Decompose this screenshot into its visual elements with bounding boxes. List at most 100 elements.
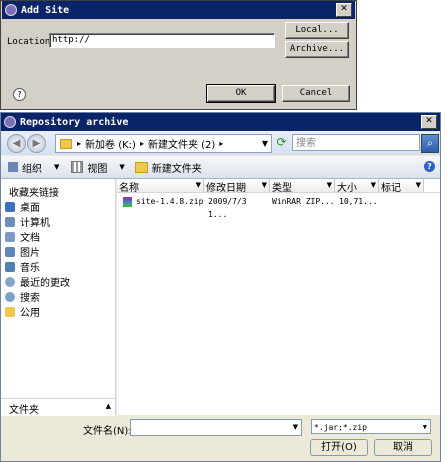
favorites-pane: 收藏夹链接 桌面 计算机 文档 图片 音乐 最近的更改 搜索 公用 — [1, 179, 116, 415]
filter-value: *.jar;*.zip — [314, 423, 367, 432]
close-icon: ✕ — [425, 116, 433, 126]
views-icon — [71, 161, 84, 173]
local-button[interactable]: Local... — [285, 22, 349, 39]
breadcrumb-item[interactable]: 新加卷 (K:) — [85, 136, 136, 151]
file-list: 名称 ▼ 修改日期 ▼ 类型 ▼ 大小 ▼ 标记 ▼ site-1.4.8.zi… — [117, 179, 440, 415]
file-type: WinRAR ZIP... — [272, 197, 335, 206]
chevron-down-icon: ▼ — [370, 181, 376, 189]
column-date[interactable]: 修改日期 ▼ — [204, 179, 270, 194]
sidebar-item-label: 桌面 — [20, 203, 40, 214]
refresh-button[interactable]: ⟳ — [274, 135, 289, 150]
sidebar-item-search[interactable]: 搜索 — [5, 289, 113, 304]
folders-toggle[interactable]: 文件夹 ▲ — [1, 398, 115, 416]
search-icon: ⌕ — [427, 138, 433, 149]
chevron-down-icon: ▼ — [326, 181, 332, 189]
organize-label: 组织 — [22, 163, 42, 175]
ok-button[interactable]: OK — [206, 84, 276, 103]
sidebar-item-documents[interactable]: 文档 — [5, 229, 113, 244]
column-label: 修改日期 — [206, 183, 246, 194]
file-list-header: 名称 ▼ 修改日期 ▼ 类型 ▼ 大小 ▼ 标记 ▼ — [117, 179, 440, 194]
filename-input[interactable]: ▼ — [130, 419, 302, 436]
column-label: 类型 — [272, 183, 292, 194]
new-folder-label: 新建文件夹 — [151, 163, 202, 175]
file-row[interactable]: site-1.4.8.zip 2009/7/3 1... WinRAR ZIP.… — [117, 195, 427, 219]
search-icon — [5, 291, 15, 302]
folders-label: 文件夹 — [9, 405, 39, 416]
file-type-filter[interactable]: *.jar;*.zip ▼ — [311, 419, 431, 434]
repository-archive-dialog: Repository archive ✕ ◀ ▶ ▸ 新加卷 (K:) ▸ 新建… — [0, 112, 441, 462]
sidebar-item-public[interactable]: 公用 — [5, 304, 113, 319]
music-icon — [5, 261, 15, 272]
add-site-titlebar: Add Site ✕ — [2, 1, 355, 19]
back-button[interactable]: ◀ — [7, 134, 26, 153]
help-button[interactable]: ? — [424, 161, 435, 172]
add-site-dialog: Add Site ✕ Location: http:// Local... Ar… — [0, 0, 357, 110]
sidebar-item-label: 图片 — [20, 248, 40, 259]
sidebar-item-desktop[interactable]: 桌面 — [5, 199, 113, 214]
column-label: 名称 — [119, 183, 139, 194]
sidebar-item-label: 公用 — [20, 308, 40, 319]
arrow-right-icon: ▶ — [32, 138, 41, 149]
filename-label: 文件名(N): — [83, 426, 132, 437]
sidebar-item-music[interactable]: 音乐 — [5, 259, 113, 274]
sidebar-item-label: 音乐 — [20, 263, 40, 274]
organize-menu[interactable]: 组织 ▼ — [8, 160, 59, 175]
column-label: 标记 — [381, 183, 401, 194]
column-label: 大小 — [337, 183, 357, 194]
cancel-button[interactable]: 取消 — [374, 439, 432, 456]
sidebar-item-label: 最近的更改 — [20, 278, 70, 289]
chevron-up-icon: ▲ — [105, 402, 111, 410]
add-site-title: Add Site — [21, 4, 70, 16]
recent-icon — [5, 276, 15, 287]
selected-column-band — [117, 193, 204, 415]
sidebar-item-label: 搜索 — [20, 293, 40, 304]
new-folder-icon — [134, 161, 148, 173]
views-menu[interactable]: 视图 ▼ — [71, 160, 125, 175]
favorites-header: 收藏夹链接 — [9, 188, 59, 199]
public-icon — [5, 306, 15, 317]
sidebar-item-pictures[interactable]: 图片 — [5, 244, 113, 259]
eclipse-icon — [5, 4, 17, 16]
repo-titlebar: Repository archive ✕ — [1, 113, 440, 131]
sidebar-item-label: 计算机 — [20, 218, 50, 229]
add-site-close-button[interactable]: ✕ — [336, 3, 352, 17]
chevron-down-icon: ▼ — [261, 181, 267, 189]
column-tag[interactable]: 标记 ▼ — [379, 179, 424, 194]
chevron-down-icon: ▼ — [54, 163, 60, 171]
toolbar: 组织 ▼ 视图 ▼ 新建文件夹 ? — [1, 156, 440, 179]
favorites-list: 桌面 计算机 文档 图片 音乐 最近的更改 搜索 公用 — [5, 199, 113, 319]
location-input[interactable]: http:// — [49, 33, 275, 48]
breadcrumb-item[interactable]: 新建文件夹 (2) — [148, 136, 215, 151]
search-button[interactable]: ⌕ — [421, 134, 439, 153]
file-date: 2009/7/3 1... — [208, 197, 247, 219]
cancel-button[interactable]: Cancel — [282, 85, 350, 102]
chevron-down-icon: ▼ — [422, 423, 427, 431]
sidebar-item-recent[interactable]: 最近的更改 — [5, 274, 113, 289]
chevron-down-icon: ▼ — [119, 163, 125, 171]
column-type[interactable]: 类型 ▼ — [270, 179, 335, 194]
address-dropdown-icon[interactable]: ▼ — [262, 139, 268, 148]
breadcrumb-sep-icon: ▸ — [219, 139, 224, 148]
column-size[interactable]: 大小 ▼ — [335, 179, 379, 194]
search-placeholder: 搜索 — [296, 138, 316, 149]
computer-icon — [5, 216, 15, 227]
file-tag — [379, 195, 424, 208]
search-input[interactable]: 搜索 — [292, 134, 420, 151]
address-bar[interactable]: ▸ 新加卷 (K:) ▸ 新建文件夹 (2) ▸ ▼ — [55, 134, 272, 153]
column-name[interactable]: 名称 ▼ — [117, 179, 204, 194]
eclipse-icon — [4, 116, 16, 128]
repo-close-button[interactable]: ✕ — [421, 115, 437, 129]
file-name: site-1.4.8.zip — [136, 197, 204, 206]
forward-button[interactable]: ▶ — [27, 134, 46, 153]
sidebar-item-computer[interactable]: 计算机 — [5, 214, 113, 229]
open-button[interactable]: 打开(O) — [310, 439, 368, 456]
chevron-down-icon: ▼ — [195, 181, 201, 189]
archive-button[interactable]: Archive... — [285, 41, 349, 58]
nav-bar: ◀ ▶ ▸ 新加卷 (K:) ▸ 新建文件夹 (2) ▸ ▼ ⟳ 搜索 ⌕ — [1, 131, 440, 155]
help-button[interactable]: ? — [13, 88, 26, 101]
location-value: http:// — [52, 35, 90, 45]
desktop-icon — [5, 201, 15, 212]
new-folder-button[interactable]: 新建文件夹 — [134, 160, 202, 175]
breadcrumb-sep-icon: ▸ — [139, 139, 144, 148]
chevron-down-icon[interactable]: ▼ — [293, 420, 298, 435]
